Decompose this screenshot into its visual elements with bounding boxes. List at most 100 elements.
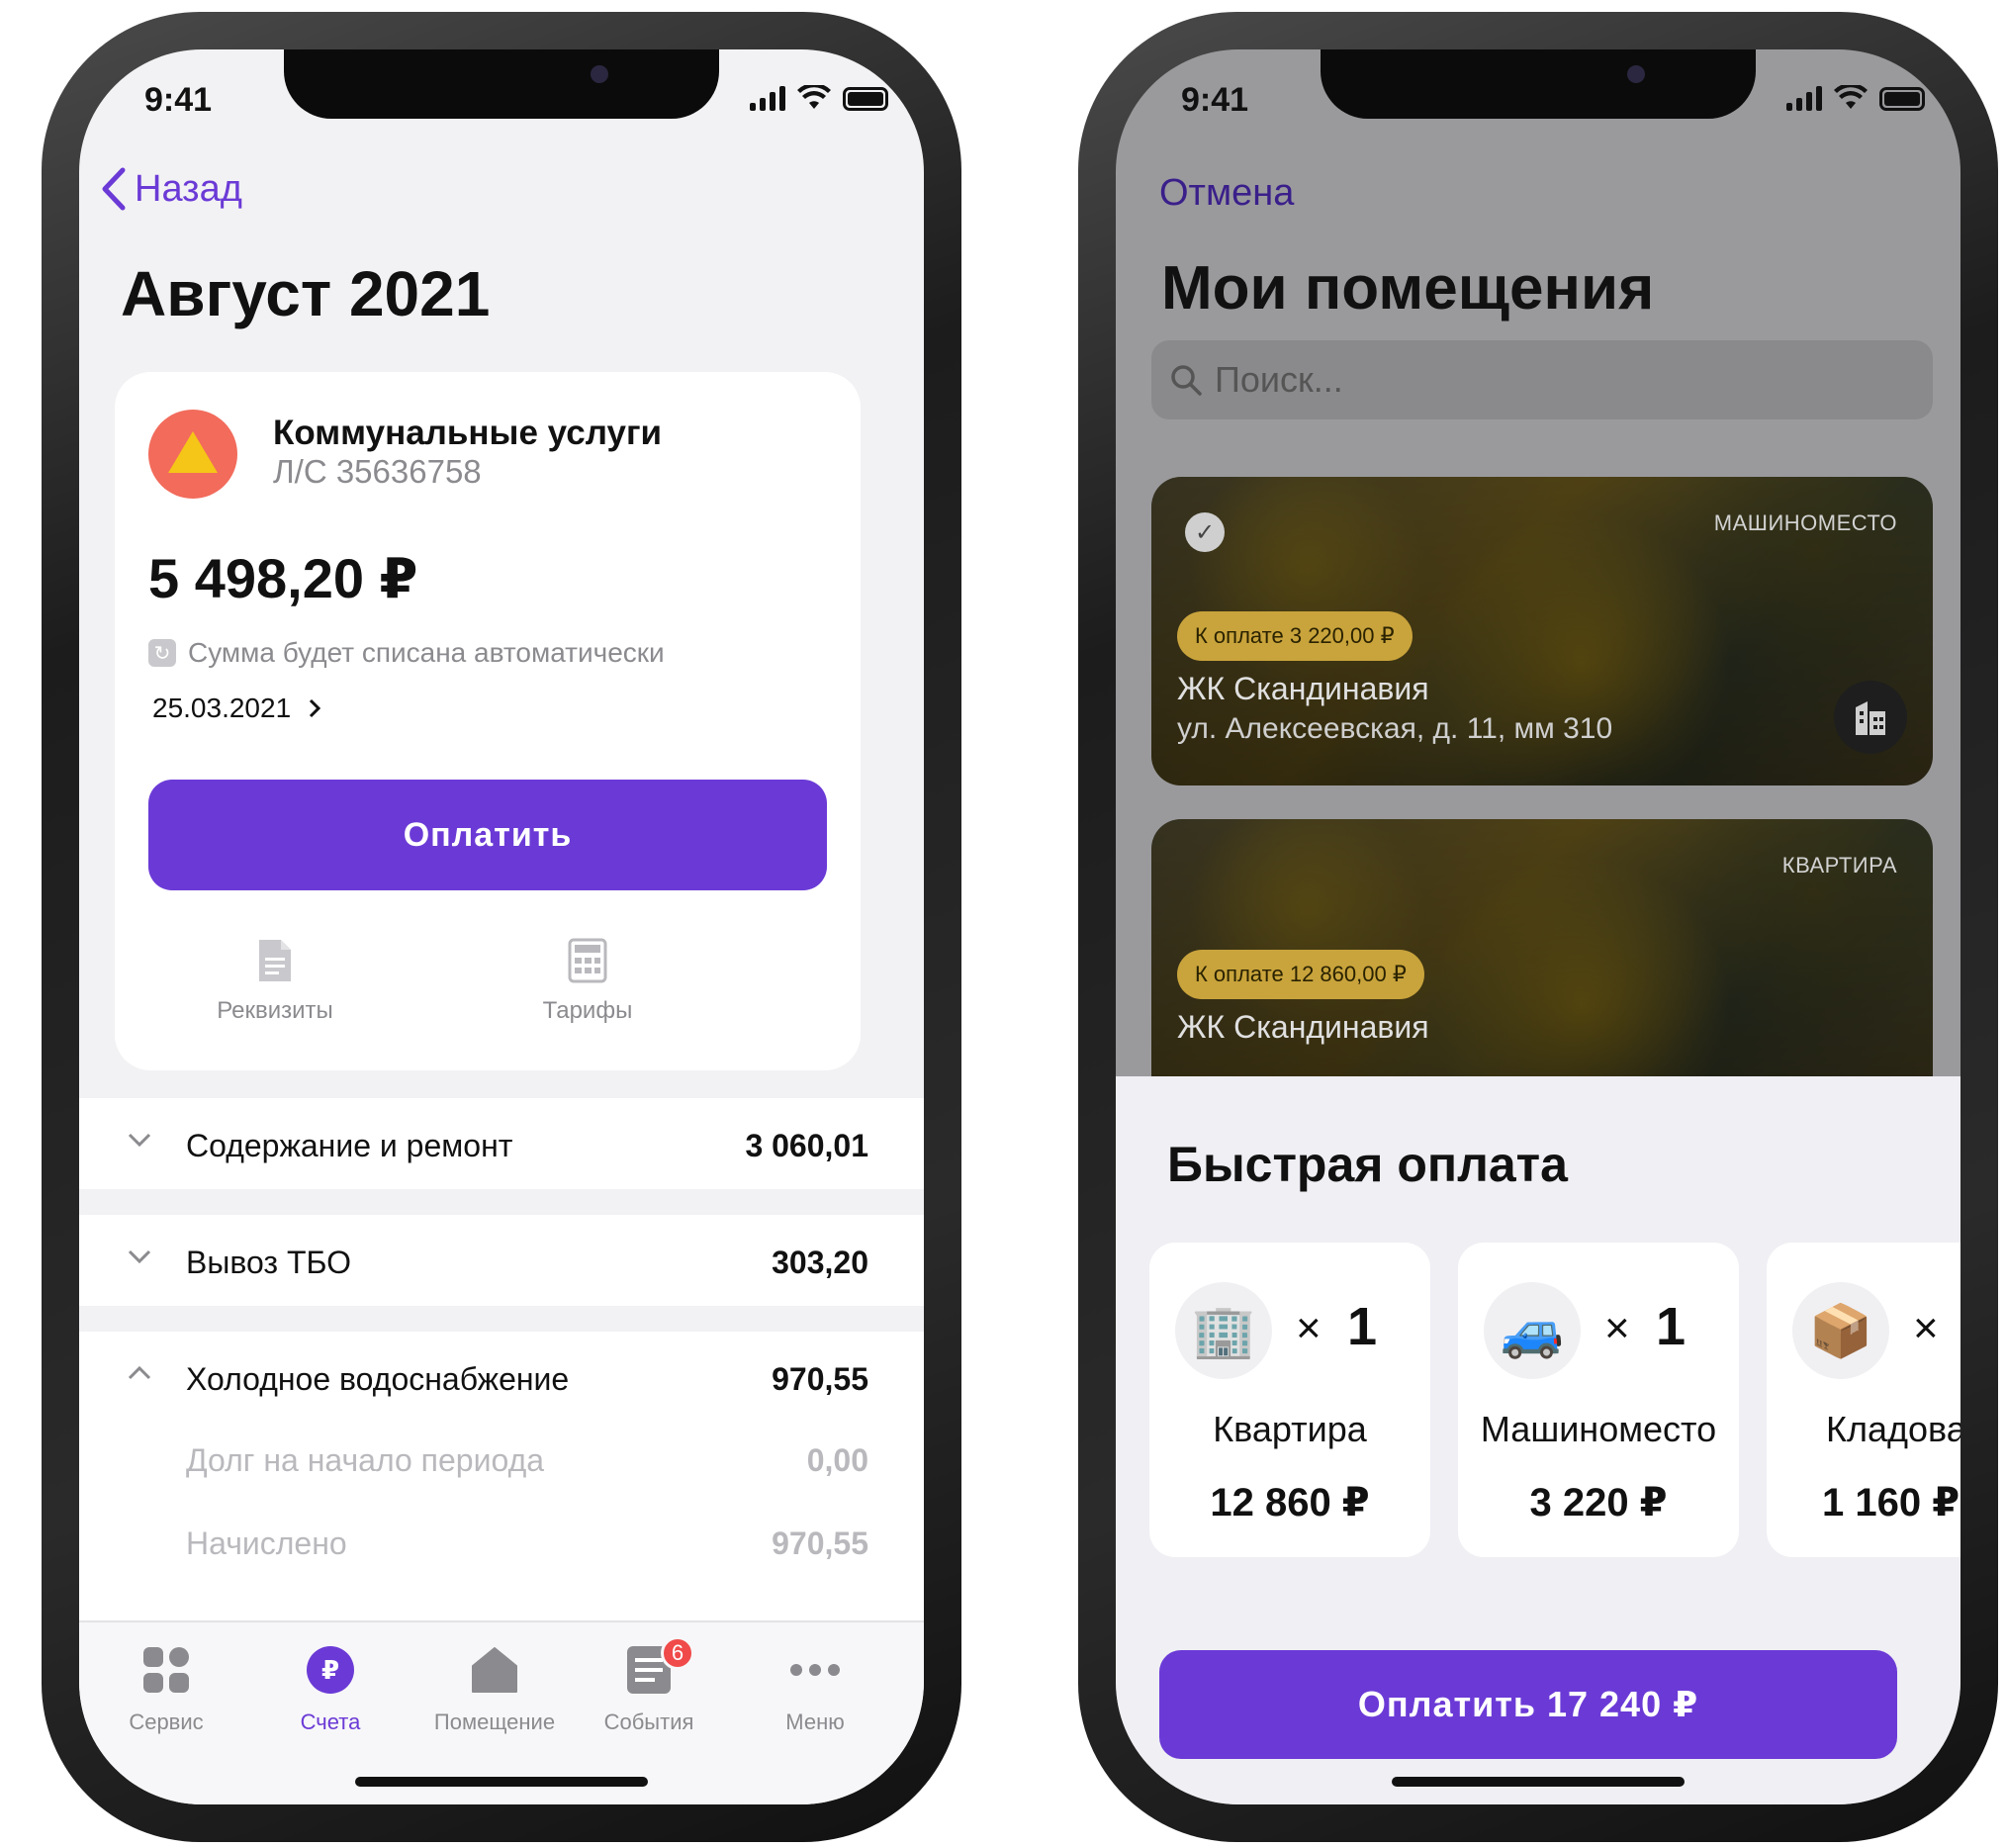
- back-button[interactable]: Назад: [99, 166, 242, 212]
- multiply-sign: ×: [1296, 1304, 1322, 1352]
- tab-label: Помещение: [433, 1709, 556, 1734]
- provider-logo: [148, 410, 237, 499]
- document-icon: [259, 940, 291, 981]
- charge-value: 303,20: [772, 1245, 868, 1280]
- chevron-right-icon: [309, 698, 321, 718]
- home-indicator: [1392, 1777, 1685, 1787]
- charge-row[interactable]: Содержание и ремонт 3 060,01: [79, 1098, 924, 1189]
- tab-menu[interactable]: Меню: [736, 1642, 894, 1735]
- property-type: МАШИНОМЕСТО: [1713, 510, 1897, 535]
- tab-bills[interactable]: ₽ Счета: [251, 1642, 410, 1735]
- tab-events[interactable]: 6 События: [570, 1636, 728, 1735]
- requisites-button[interactable]: Реквизиты: [176, 938, 374, 1025]
- package-icon: 📦: [1792, 1282, 1889, 1379]
- autopay-text: Сумма будет списана автоматически: [188, 637, 665, 668]
- signal-icon: [750, 85, 785, 111]
- more-icon: [790, 1664, 840, 1676]
- bill-amount: 5 498,20 ₽: [148, 547, 418, 609]
- home-indicator: [355, 1777, 648, 1787]
- chevron-down-icon: [128, 1133, 151, 1148]
- wifi-icon: [797, 85, 831, 109]
- bill-card: Коммунальные услуги Л/С 35636758 5 498,2…: [115, 372, 861, 1070]
- tab-label: Меню: [785, 1709, 845, 1734]
- search-field[interactable]: Поиск...: [1151, 340, 1933, 419]
- property-address: ул. Алексеевская, д. 11, мм 310: [1177, 712, 1613, 745]
- due-chip: К оплате 12 860,00 ₽: [1177, 950, 1424, 999]
- check-icon: ✓: [1185, 512, 1225, 552]
- tariffs-button[interactable]: Тарифы: [489, 938, 686, 1025]
- quick-pay-title: Быстрая оплата: [1167, 1137, 1568, 1192]
- chevron-up-icon: [128, 1365, 151, 1380]
- phone-right: 9:41 Отмена Мои помещения Поиск... ✓ МАШ…: [1078, 12, 1998, 1842]
- quick-item-count: 1: [1656, 1297, 1687, 1356]
- charge-label: Холодное водоснабжение: [186, 1361, 570, 1397]
- quick-item[interactable]: 🏢 × 1 Квартира 12 860 ₽: [1149, 1243, 1430, 1557]
- property-name: ЖК Скандинавия: [1177, 1009, 1429, 1045]
- calculator-icon: [568, 938, 607, 983]
- cancel-button[interactable]: Отмена: [1159, 172, 1294, 215]
- quick-item-label: Квартира: [1213, 1409, 1367, 1449]
- screen-premises: 9:41 Отмена Мои помещения Поиск... ✓ МАШ…: [1116, 49, 1960, 1804]
- charge-row-expanded[interactable]: Холодное водоснабжение 970,55 Долг на на…: [79, 1332, 924, 1640]
- battery-icon: [1879, 87, 1925, 111]
- building-icon: 🏢: [1175, 1282, 1272, 1379]
- due-chip: К оплате 3 220,00 ₽: [1177, 611, 1413, 661]
- property-type: КВАРТИРА: [1781, 853, 1897, 878]
- quick-item[interactable]: 📦 × Кладовая 1 160 ₽: [1767, 1243, 1960, 1557]
- quick-item-price: 3 220 ₽: [1529, 1481, 1668, 1525]
- tab-label: Счета: [300, 1709, 361, 1734]
- subcharge-value: 0,00: [806, 1442, 868, 1478]
- multiply-sign: ×: [1604, 1304, 1630, 1352]
- pay-button[interactable]: Оплатить: [148, 780, 827, 890]
- notch: [284, 49, 719, 119]
- page-title: Мои помещения: [1161, 254, 1655, 323]
- requisites-label: Реквизиты: [217, 997, 333, 1024]
- wifi-icon: [1834, 85, 1868, 109]
- charge-value: 970,55: [772, 1361, 868, 1397]
- quick-item-count: 1: [1347, 1297, 1378, 1356]
- quick-item-label: Кладовая: [1826, 1409, 1960, 1449]
- tab-label: Сервис: [129, 1709, 204, 1734]
- charge-row[interactable]: Вывоз ТБО 303,20: [79, 1215, 924, 1306]
- building-icon: [1834, 681, 1907, 754]
- phone-left: 9:41 Назад Август 2021 Коммунальные услу…: [42, 12, 961, 1842]
- car-icon: 🚙: [1484, 1282, 1581, 1379]
- tab-premises[interactable]: Помещение: [415, 1642, 574, 1735]
- subcharge-label: Начислено: [186, 1525, 347, 1561]
- chevron-down-icon: [128, 1249, 151, 1264]
- quick-item[interactable]: 🚙 × 1 Машиноместо 3 220 ₽: [1458, 1243, 1739, 1557]
- events-badge: 6: [661, 1636, 694, 1670]
- notch: [1321, 49, 1756, 119]
- charge-label: Вывоз ТБО: [186, 1245, 352, 1280]
- multiply-sign: ×: [1913, 1304, 1939, 1352]
- tab-service[interactable]: Сервис: [87, 1642, 245, 1735]
- battery-icon: [843, 87, 888, 111]
- property-card[interactable]: ✓ МАШИНОМЕСТО К оплате 3 220,00 ₽ ЖК Ска…: [1151, 477, 1933, 785]
- page-title: Август 2021: [121, 258, 491, 329]
- quick-item-price: 12 860 ₽: [1210, 1481, 1370, 1525]
- signal-icon: [1786, 85, 1822, 111]
- provider-title: Коммунальные услуги: [273, 414, 663, 452]
- quick-pay-sheet: Быстрая оплата 🏢 × 1 Квартира 12 860 ₽ 🚙…: [1116, 1076, 1960, 1804]
- autopay-icon: ↻: [148, 639, 176, 667]
- account-number: Л/С 35636758: [273, 453, 482, 490]
- autopay-note: ↻ Сумма будет списана автоматически: [148, 637, 665, 669]
- search-icon: [1171, 365, 1202, 396]
- quick-item-price: 1 160 ₽: [1822, 1481, 1960, 1525]
- subcharge-label: Долг на начало периода: [186, 1442, 545, 1478]
- chevron-left-icon: [102, 167, 126, 211]
- autopay-date[interactable]: 25.03.2021: [152, 693, 322, 724]
- search-placeholder: Поиск...: [1215, 359, 1343, 400]
- quick-pay-button[interactable]: Оплатить 17 240 ₽: [1159, 1650, 1897, 1759]
- charge-label: Содержание и ремонт: [186, 1128, 513, 1163]
- grid-icon: [143, 1647, 189, 1693]
- back-label: Назад: [135, 167, 242, 210]
- status-time: 9:41: [144, 81, 213, 119]
- subcharge-value: 970,55: [772, 1525, 868, 1561]
- property-name: ЖК Скандинавия: [1177, 671, 1429, 706]
- ruble-icon: ₽: [307, 1646, 354, 1694]
- svg-text:₽: ₽: [321, 1656, 339, 1686]
- screen-bill: 9:41 Назад Август 2021 Коммунальные услу…: [79, 49, 924, 1804]
- quick-item-label: Машиноместо: [1480, 1409, 1717, 1449]
- autopay-date-value: 25.03.2021: [152, 693, 292, 723]
